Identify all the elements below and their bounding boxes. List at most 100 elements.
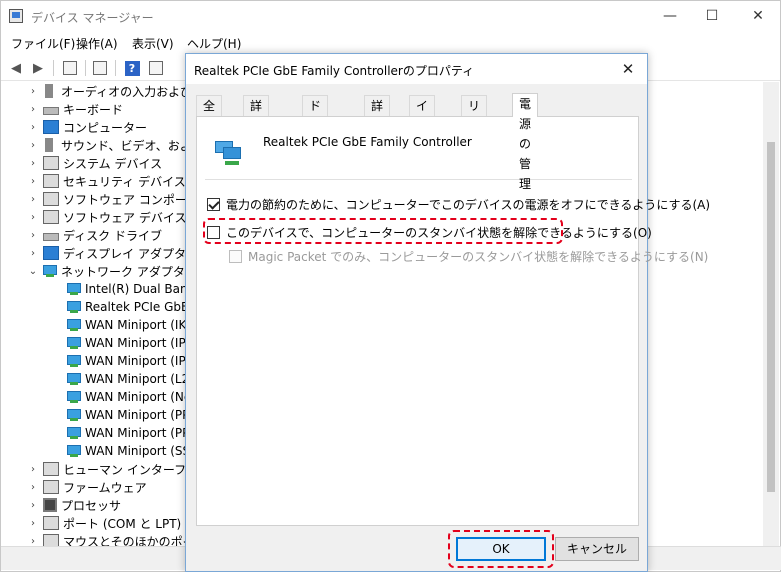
option-label: このデバイスで、コンピューターのスタンバイ状態を解除できるようにする(O) [226,226,652,240]
tree-category[interactable]: › ソフトウェア デバイス [27,208,186,226]
tree-category[interactable]: ⌄ ネットワーク アダプター [27,262,197,280]
tree-item-label: ディスク ドライブ [63,228,162,243]
menu-bar: ファイル(F) 操作(A) 表示(V) ヘルプ(H) [1,32,780,54]
dialog-close-button[interactable]: ✕ [617,58,639,80]
dialog-title: Realtek PCIe GbE Family Controllerのプロパティ [194,64,475,78]
network-icon [43,265,57,277]
tree-category[interactable]: › システム デバイス [27,154,162,172]
menu-file[interactable]: ファイル(F) [11,35,75,52]
ok-button[interactable]: OK [456,537,546,561]
device-list-icon[interactable] [91,59,109,77]
keyboard-icon [43,232,59,241]
tab-general[interactable]: 全般 [196,95,223,133]
generic-icon [43,210,59,224]
properties-dialog: Realtek PCIe GbE Family Controllerのプロパティ… [185,53,710,572]
network-icon [67,319,81,331]
network-icon [67,337,81,349]
checkbox-allow-power-off[interactable] [207,198,220,211]
chevron-right-icon[interactable]: › [27,518,39,529]
tree-category[interactable]: › セキュリティ デバイス [27,172,186,190]
generic-icon [43,516,59,530]
chevron-right-icon[interactable]: › [27,212,39,223]
window-title: デバイス マネージャー [31,11,154,25]
chevron-right-icon[interactable]: › [27,230,39,241]
tab-power-management[interactable]: 電源の管理 [512,93,539,191]
tree-category[interactable]: › ディスク ドライブ [27,226,162,244]
back-arrow-icon[interactable]: ◀ [7,59,25,77]
properties-icon[interactable] [61,59,79,77]
view-icon[interactable] [147,59,165,77]
vertical-scrollbar[interactable] [763,82,779,548]
tree-category[interactable]: › コンピューター [27,118,147,136]
chevron-right-icon[interactable]: › [27,536,39,547]
tab-advanced[interactable]: 詳細設定 [243,95,270,173]
tree-category[interactable]: › ファームウェア [27,478,147,496]
tree-item-label: コンピューター [63,120,148,135]
checkbox-allow-wake[interactable] [207,226,220,239]
option-allow-wake[interactable]: このデバイスで、コンピューターのスタンバイ状態を解除できるようにする(O) [207,224,652,241]
tree-device[interactable]: WAN Miniport (IPv6) [51,352,205,370]
divider [205,179,632,180]
device-manager-icon [9,9,23,23]
chevron-right-icon[interactable]: › [27,140,39,151]
network-icon [67,373,81,385]
speaker-icon [45,138,53,152]
chevron-down-icon[interactable]: ⌄ [27,266,39,277]
forward-arrow-icon[interactable]: ▶ [29,59,47,77]
menu-view[interactable]: 表示(V) [132,35,174,52]
dialog-title-bar: Realtek PCIe GbE Family Controllerのプロパティ… [186,54,647,84]
tree-category[interactable]: › キーボード [27,100,123,118]
chevron-right-icon[interactable]: › [27,122,39,133]
tree-item-label: セキュリティ デバイス [63,174,186,189]
option-label: 電力の節約のために、コンピューターでこのデバイスの電源をオフにできるようにする(… [226,198,711,212]
menu-help[interactable]: ヘルプ(H) [187,35,241,52]
tree-item-label: ディスプレイ アダプター [63,246,198,261]
chevron-right-icon[interactable]: › [27,86,39,97]
chevron-right-icon[interactable]: › [27,248,39,259]
maximize-button[interactable]: ☐ [689,1,735,31]
network-icon [67,445,81,457]
network-icon [67,301,81,313]
generic-icon [43,480,59,494]
scrollbar-thumb[interactable] [767,142,775,492]
title-bar: デバイス マネージャー — ☐ ✕ [1,1,780,32]
option-label: Magic Packet でのみ、コンピューターのスタンバイ状態を解除できるよう… [248,250,709,264]
network-icon [67,283,81,295]
chevron-right-icon[interactable]: › [27,482,39,493]
generic-icon [43,192,59,206]
tab-driver[interactable]: ドライバー [302,95,329,193]
chevron-right-icon[interactable]: › [27,194,39,205]
checkbox-magic-packet-only [229,250,242,263]
chevron-right-icon[interactable]: › [27,464,39,475]
tree-item-label: プロセッサ [61,498,122,513]
network-icon [67,409,81,421]
generic-icon [43,156,59,170]
tab-resources[interactable]: リソース [461,95,488,173]
tree-category[interactable]: › ポート (COM と LPT) [27,514,181,532]
keyboard-icon [43,106,59,115]
tree-category[interactable]: › プロセッサ [27,496,121,514]
tree-item-label: ファームウェア [63,480,147,495]
generic-icon [43,174,59,188]
chevron-right-icon[interactable]: › [27,104,39,115]
close-button[interactable]: ✕ [735,1,781,31]
tab-details[interactable]: 詳細 [364,95,391,133]
chevron-right-icon[interactable]: › [27,158,39,169]
tree-category[interactable]: › ディスプレイ アダプター [27,244,198,262]
tree-device[interactable]: WAN Miniport (IP) [51,334,190,352]
option-allow-power-off[interactable]: 電力の節約のために、コンピューターでこのデバイスの電源をオフにできるようにする(… [207,196,710,213]
power-management-panel: Realtek PCIe GbE Family Controller 電力の節約… [196,116,710,526]
chevron-right-icon[interactable]: › [27,176,39,187]
minimize-button[interactable]: — [647,1,693,31]
help-icon[interactable]: ? [123,59,141,77]
network-icon [67,355,81,367]
network-icon [67,427,81,439]
option-magic-packet-only: Magic Packet でのみ、コンピューターのスタンバイ状態を解除できるよう… [229,248,708,265]
tab-events[interactable]: イベント [409,95,436,173]
menu-action[interactable]: 操作(A) [76,35,118,52]
cancel-button[interactable]: キャンセル [555,537,639,561]
chevron-right-icon[interactable]: › [27,500,39,511]
tree-item-label: システム デバイス [63,156,163,171]
monitor-icon [43,246,59,260]
generic-icon [43,462,59,476]
